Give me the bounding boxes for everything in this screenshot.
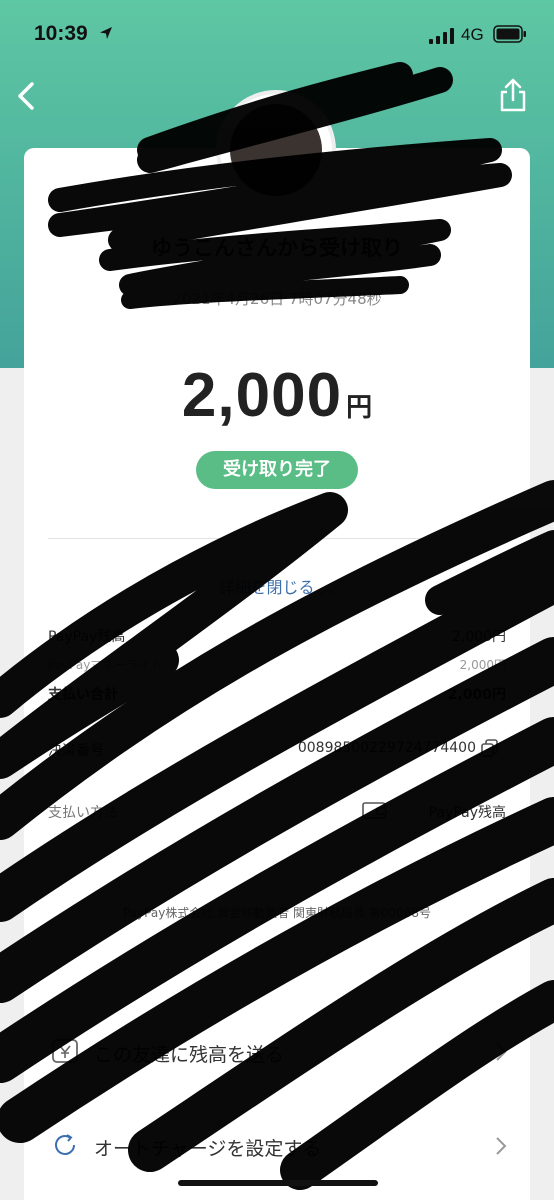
details-toggle-label: 詳細を閉じる bbox=[218, 578, 315, 597]
home-indicator bbox=[178, 1180, 378, 1186]
details-toggle-button[interactable]: 詳細を閉じる ︿ bbox=[24, 574, 530, 598]
legal-notice: PayPay株式会社 資金移動業者 関東財務局長 第00068号 bbox=[123, 906, 431, 920]
divider bbox=[48, 538, 506, 539]
status-bar: 10:39 4G bbox=[0, 0, 554, 70]
detail-row-balance: PayPay残高 2,000円 bbox=[48, 626, 506, 652]
detail-label: 支払い合計 bbox=[48, 687, 118, 703]
action-label: オートチャージを設定する bbox=[94, 1138, 322, 1160]
detail-label: 決済番号 bbox=[48, 743, 104, 759]
copy-icon[interactable] bbox=[480, 738, 500, 758]
yen-wallet-icon bbox=[52, 1039, 78, 1063]
detail-value: 2,000円 bbox=[447, 687, 506, 703]
detail-row-total: 支払い合計 2,000円 bbox=[48, 684, 506, 710]
chevron-up-icon: ︿ bbox=[319, 578, 336, 597]
network-type: 4G bbox=[461, 25, 484, 44]
currency-label: 円 bbox=[346, 393, 373, 423]
send-balance-button[interactable]: この友達に残高を送る bbox=[48, 1030, 510, 1078]
chevron-right-icon bbox=[496, 1137, 507, 1155]
status-badge: 受け取り完了 bbox=[196, 451, 358, 489]
amount-display: 2,000 円 bbox=[24, 360, 530, 431]
detail-value: 2,000円 bbox=[451, 629, 506, 645]
detail-label: 支払い方法 bbox=[48, 805, 118, 821]
chevron-right-icon bbox=[496, 1043, 507, 1061]
page-title: ゆうこんさんから受け取り bbox=[151, 236, 403, 260]
detail-label: PayPay残高 bbox=[48, 629, 126, 645]
share-button[interactable] bbox=[494, 76, 532, 116]
avatar bbox=[216, 90, 336, 210]
cellular-signal-icon bbox=[429, 28, 454, 44]
detail-row-payment-number: 決済番号 00898500229724774400 bbox=[48, 740, 506, 766]
transaction-datetime: 2021年4月26日 7時07分48秒 bbox=[172, 290, 382, 308]
detail-label: PayPayマネーライト bbox=[48, 658, 163, 672]
detail-row-money-lite: PayPayマネーライト 2,000円 bbox=[48, 656, 506, 682]
detail-row-payment-method: 支払い方法 PayPay残高 bbox=[48, 802, 506, 828]
auto-charge-button[interactable]: オートチャージを設定する bbox=[48, 1124, 510, 1172]
amount-value: 2,000 bbox=[181, 361, 343, 430]
status-time: 10:39 bbox=[34, 22, 88, 45]
location-arrow-icon bbox=[100, 27, 112, 39]
back-button[interactable] bbox=[8, 76, 44, 116]
wallet-icon bbox=[362, 802, 387, 819]
refresh-icon bbox=[55, 1134, 75, 1155]
battery-icon bbox=[493, 25, 526, 43]
detail-value: 00898500229724774400 bbox=[297, 740, 476, 756]
detail-value: 2,000円 bbox=[459, 658, 506, 672]
detail-value: PayPay残高 bbox=[428, 805, 506, 821]
action-label: この友達に残高を送る bbox=[94, 1044, 285, 1066]
avatar-photo bbox=[230, 104, 322, 196]
